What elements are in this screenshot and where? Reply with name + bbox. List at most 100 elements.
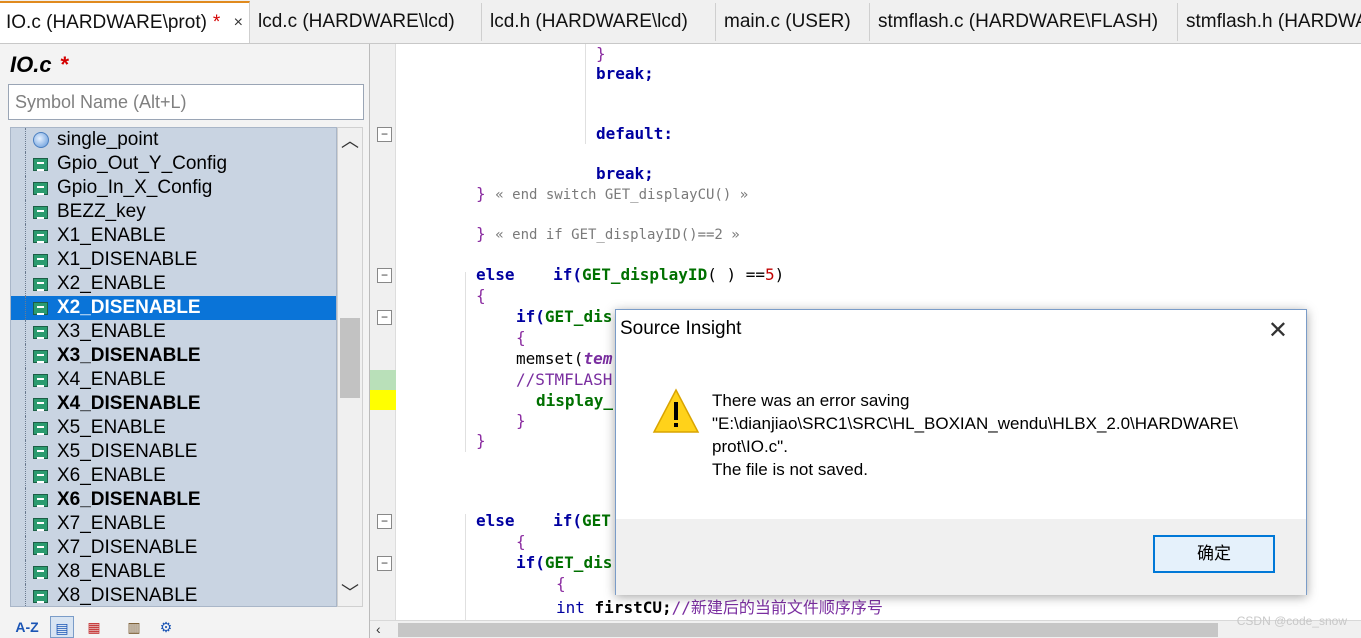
code-token: } — [476, 224, 486, 243]
symbol-list-item[interactable]: X7_ENABLE — [11, 512, 336, 536]
tree-line — [25, 296, 26, 320]
symbol-list-item[interactable]: X3_DISENABLE — [11, 344, 336, 368]
fold-toggle-icon[interactable]: − — [377, 514, 392, 529]
scroll-up-icon[interactable]: ︿ — [338, 130, 362, 152]
symbol-list-item[interactable]: BEZZ_key — [11, 200, 336, 224]
code-token: ( ) == — [707, 265, 765, 284]
symbol-list-item[interactable]: X7_DISENABLE — [11, 536, 336, 560]
tab-io-c[interactable]: IO.c (HARDWARE\prot) * × — [0, 1, 250, 43]
category-view-icon[interactable]: ▦ — [82, 616, 106, 638]
code-line: { — [476, 286, 486, 305]
tab-label: stmflash.c (HARDWARE\FLASH) — [878, 11, 1159, 32]
code-token: if( — [516, 307, 545, 326]
message-line: The file is not saved. — [712, 460, 868, 479]
symbol-list-item[interactable]: Gpio_In_X_Config — [11, 176, 336, 200]
code-token: { — [476, 286, 486, 305]
function-icon — [33, 518, 48, 531]
code-token: if( — [553, 511, 582, 530]
symbol-label: X1_DISENABLE — [57, 249, 198, 270]
scroll-down-icon[interactable]: ﹀ — [338, 582, 362, 604]
scrollbar-thumb[interactable] — [398, 623, 1218, 637]
symbol-list-item[interactable]: single_point — [11, 128, 336, 152]
symbol-list-item[interactable]: X6_ENABLE — [11, 464, 336, 488]
symbol-list[interactable]: single_point Gpio_Out_Y_Config Gpio_In_X_C… — [10, 127, 337, 607]
tab-lcd-h[interactable]: lcd.h (HARDWARE\lcd) — [484, 3, 716, 41]
dialog-message: There was an error saving "E:\dianjiao\S… — [712, 389, 1292, 481]
code-token: if( — [553, 265, 582, 284]
symbol-list-item[interactable]: X4_ENABLE — [11, 368, 336, 392]
code-token: { — [516, 328, 526, 347]
close-tab-icon[interactable]: × — [234, 3, 243, 43]
function-icon — [33, 326, 48, 339]
tab-label: stmflash.h (HARDWARE\FLASH) — [1186, 11, 1361, 32]
code-token: memset( — [516, 349, 584, 368]
error-dialog: Source Insight ✕ There was an error savi… — [615, 309, 1307, 595]
symbol-list-item[interactable]: X5_DISENABLE — [11, 440, 336, 464]
code-line: int firstCU;//新建后的当前文件顺序序号 — [556, 594, 883, 618]
dialog-footer: 确定 — [616, 519, 1306, 595]
fold-toggle-icon[interactable]: − — [377, 268, 392, 283]
code-line: default: — [596, 124, 673, 143]
symbol-list-scrollbar[interactable]: ︿ ﹀ — [337, 127, 363, 607]
tab-stmflash-c[interactable]: stmflash.c (HARDWARE\FLASH) — [872, 3, 1178, 41]
symbol-list-item[interactable]: X8_DISENABLE — [11, 584, 336, 606]
symbol-search-input[interactable] — [8, 84, 364, 120]
tab-stmflash-h[interactable]: stmflash.h (HARDWARE\FLASH) — [1180, 3, 1361, 41]
symbol-label: X8_ENABLE — [57, 561, 166, 582]
function-icon — [33, 566, 48, 579]
code-token: GET_displayID — [581, 265, 708, 284]
function-icon — [33, 182, 48, 195]
tab-main-c[interactable]: main.c (USER) — [718, 3, 870, 41]
fold-toggle-icon[interactable]: − — [377, 310, 392, 325]
symbol-list-item[interactable]: X1_DISENABLE — [11, 248, 336, 272]
code-token: else — [476, 511, 515, 530]
watermark: CSDN @code_snow — [1236, 614, 1347, 628]
symbol-label: Gpio_In_X_Config — [57, 177, 213, 198]
symbol-list-item[interactable]: X3_ENABLE — [11, 320, 336, 344]
code-line: { — [516, 328, 526, 347]
sort-az-button[interactable]: A-Z — [12, 616, 42, 638]
function-icon — [33, 278, 48, 291]
close-icon[interactable]: ✕ — [1268, 316, 1288, 345]
code-line: } — [596, 44, 606, 63]
ok-button[interactable]: 确定 — [1153, 535, 1275, 573]
scroll-left-icon[interactable]: ‹ — [376, 621, 381, 637]
symbol-list-item[interactable]: X2_DISENABLE — [11, 296, 336, 320]
symbol-list-item[interactable]: X5_ENABLE — [11, 416, 336, 440]
modified-indicator: * — [59, 52, 69, 77]
function-icon — [33, 350, 48, 363]
tab-lcd-c[interactable]: lcd.c (HARDWARE\lcd) — [252, 3, 482, 41]
code-token: { — [516, 532, 526, 551]
symbol-list-item[interactable]: X2_ENABLE — [11, 272, 336, 296]
fold-toggle-icon[interactable]: − — [377, 127, 392, 142]
symbol-label: X4_ENABLE — [57, 369, 166, 390]
symbol-label: X3_ENABLE — [57, 321, 166, 342]
symbol-list-item[interactable]: X4_DISENABLE — [11, 392, 336, 416]
editor-gutter: − − − − − — [370, 44, 396, 624]
tab-label: main.c (USER) — [724, 11, 851, 32]
message-line: "E:\dianjiao\SRC1\SRC\HL_BOXIAN_wendu\HL… — [712, 414, 1239, 433]
code-token: } — [516, 411, 526, 430]
tab-label: lcd.c (HARDWARE\lcd) — [258, 11, 455, 32]
symbol-label: X7_DISENABLE — [57, 537, 198, 558]
tree-line — [25, 368, 26, 392]
code-line: } « end if GET_displayID()==2 » — [476, 224, 740, 243]
scrollbar-thumb[interactable] — [340, 318, 360, 398]
symbol-list-item[interactable]: X8_ENABLE — [11, 560, 336, 584]
symbol-list-item[interactable]: X6_DISENABLE — [11, 488, 336, 512]
symbol-list-item[interactable]: X1_ENABLE — [11, 224, 336, 248]
tree-line — [25, 440, 26, 464]
symbol-list-item[interactable]: Gpio_Out_Y_Config — [11, 152, 336, 176]
code-line: break; — [596, 64, 654, 83]
list-view-icon[interactable]: ▤ — [50, 616, 74, 638]
code-line: display_ — [536, 391, 613, 410]
gear-icon[interactable]: ⚙ — [154, 616, 178, 638]
editor-horizontal-scrollbar[interactable]: ‹ — [370, 620, 1361, 638]
fold-toggle-icon[interactable]: − — [377, 556, 392, 571]
library-icon[interactable]: ▥ — [122, 616, 146, 638]
tab-label: IO.c (HARDWARE\prot) — [6, 12, 207, 33]
code-token: GET — [581, 511, 611, 530]
code-line: else if(GET — [476, 511, 611, 530]
file-name: IO.c — [10, 52, 52, 77]
code-token: break; — [596, 64, 654, 83]
